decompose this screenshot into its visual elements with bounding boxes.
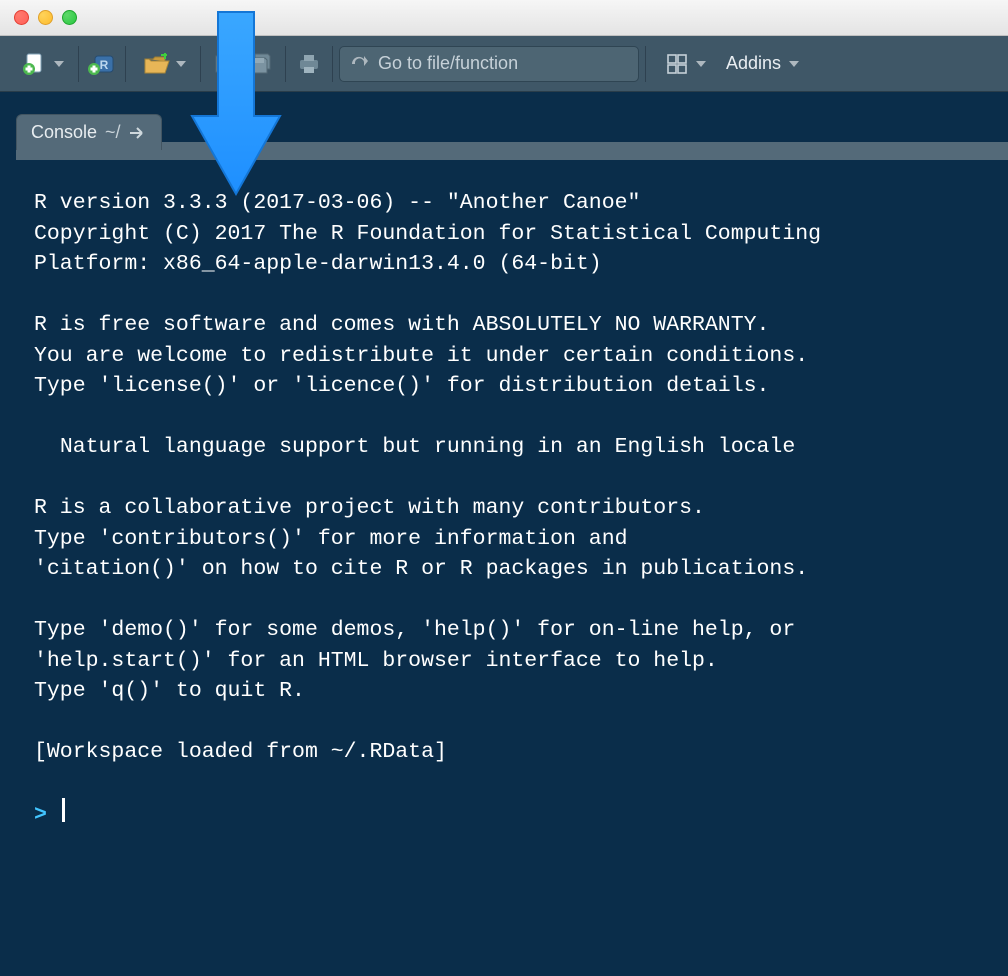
goto-placeholder: Go to file/function (378, 53, 518, 74)
panes-dropdown-caret[interactable] (696, 61, 706, 67)
open-recent-caret[interactable] (176, 61, 186, 67)
addins-label: Addins (726, 53, 781, 74)
addins-caret (789, 61, 799, 67)
main-toolbar: R (0, 36, 1008, 92)
new-file-dropdown-caret[interactable] (54, 61, 64, 67)
close-traffic-light[interactable] (14, 10, 29, 25)
console-tab-arrow-icon (129, 125, 147, 141)
save-button[interactable] (207, 47, 241, 81)
workspace: Console ~/ R version 3.3.3 (2017-03-06) … (0, 92, 1008, 861)
panes-grid-button[interactable] (660, 47, 694, 81)
goto-arrow-icon (350, 55, 368, 73)
console-output[interactable]: R version 3.3.3 (2017-03-06) -- "Another… (16, 160, 1008, 861)
minimize-traffic-light[interactable] (38, 10, 53, 25)
console-cursor (62, 798, 65, 822)
new-file-button[interactable] (18, 47, 52, 81)
tab-strip (162, 142, 1008, 150)
console-tab[interactable]: Console ~/ (16, 114, 162, 150)
zoom-traffic-light[interactable] (62, 10, 77, 25)
console-tab-path: ~/ (105, 122, 121, 143)
addins-menu[interactable]: Addins (718, 53, 807, 74)
new-project-button[interactable]: R (85, 47, 119, 81)
window-titlebar (0, 0, 1008, 36)
tab-underbar (16, 150, 1008, 160)
console-tab-label: Console (31, 122, 97, 143)
open-file-button[interactable] (140, 47, 174, 81)
svg-text:R: R (100, 58, 109, 72)
save-all-button[interactable] (245, 47, 279, 81)
goto-file-function-input[interactable]: Go to file/function (339, 46, 639, 82)
console-tabbar: Console ~/ (16, 110, 1008, 150)
print-button[interactable] (292, 47, 326, 81)
console-prompt: > (34, 803, 47, 827)
